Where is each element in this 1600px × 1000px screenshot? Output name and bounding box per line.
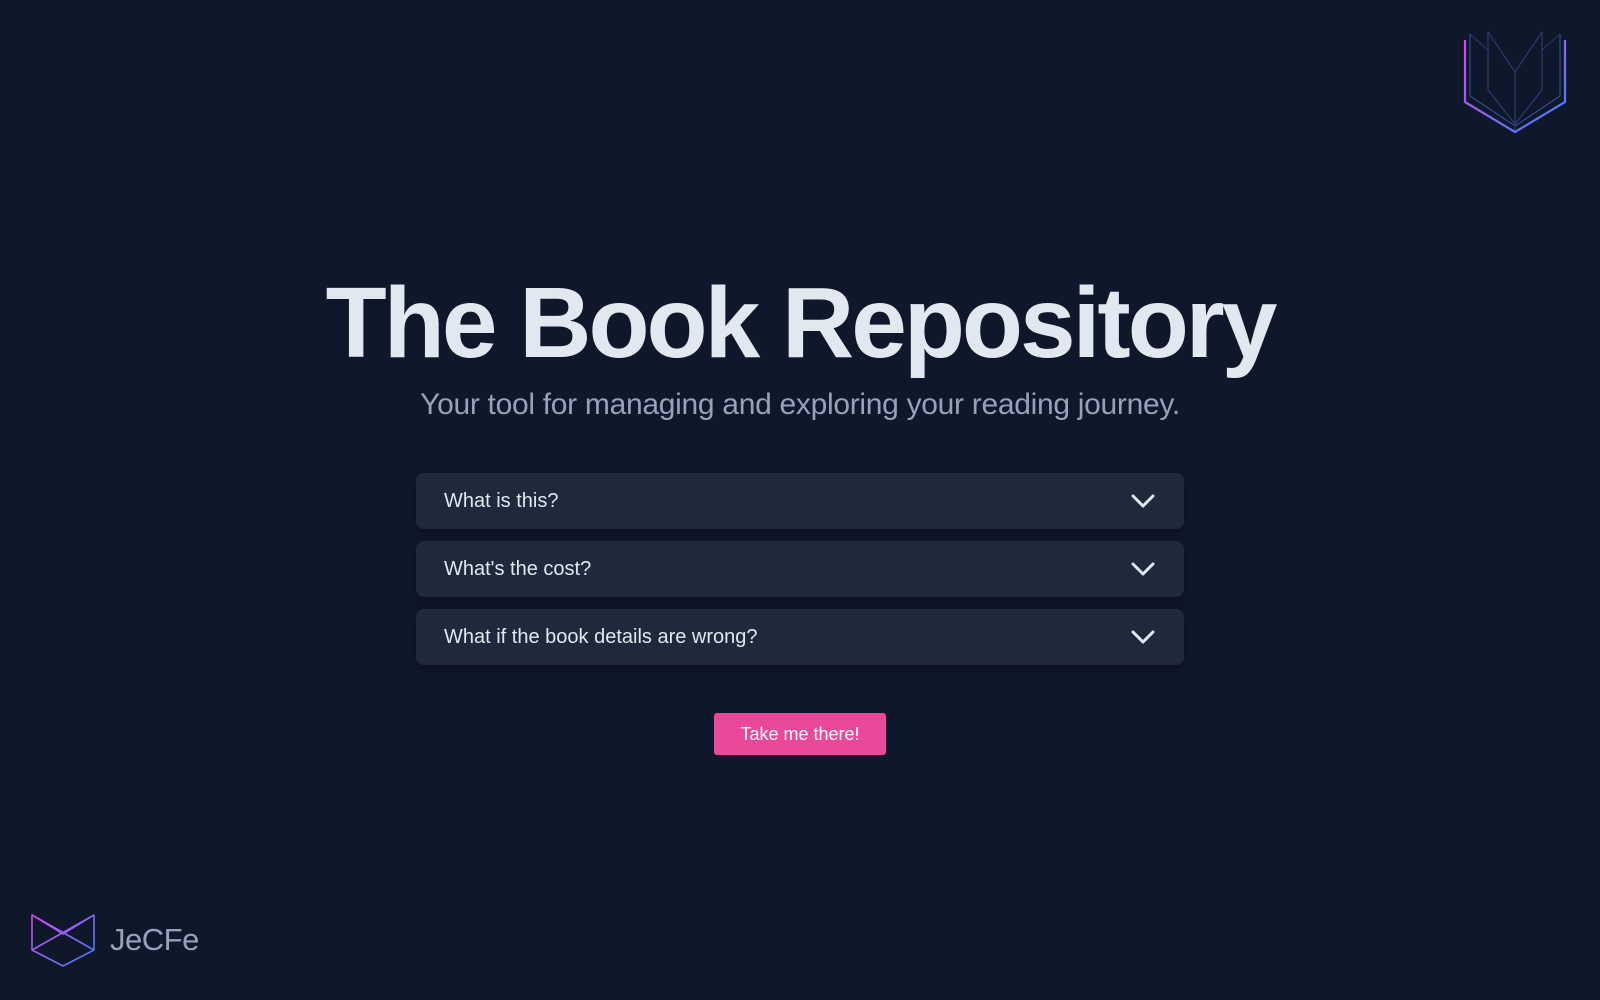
open-book-icon: [1463, 31, 1567, 134]
chevron-down-icon[interactable]: [1130, 493, 1156, 509]
page-subtitle: Your tool for managing and exploring you…: [420, 388, 1180, 421]
jecfe-logo-icon: [31, 914, 95, 967]
faq-question: What if the book details are wrong?: [444, 625, 758, 648]
take-me-there-button[interactable]: Take me there!: [714, 713, 886, 755]
faq-item-what-is-this[interactable]: What is this?: [416, 473, 1184, 529]
faq-question: What is this?: [444, 489, 559, 512]
faq-question: What's the cost?: [444, 557, 592, 580]
hero-section: The Book Repository Your tool for managi…: [0, 268, 1600, 422]
page-title: The Book Repository: [325, 267, 1278, 379]
brand-name: JeCFe: [110, 922, 199, 957]
faq-item-cost[interactable]: What's the cost?: [416, 541, 1184, 597]
chevron-down-icon[interactable]: [1130, 629, 1156, 645]
landing-page: The Book Repository Your tool for managi…: [0, 0, 1600, 1000]
footer-brand[interactable]: JeCFe: [30, 912, 199, 968]
faq-accordion: What is this? What's the cost? What if t…: [416, 473, 1184, 677]
faq-item-wrong-details[interactable]: What if the book details are wrong?: [416, 609, 1184, 665]
chevron-down-icon[interactable]: [1130, 561, 1156, 577]
